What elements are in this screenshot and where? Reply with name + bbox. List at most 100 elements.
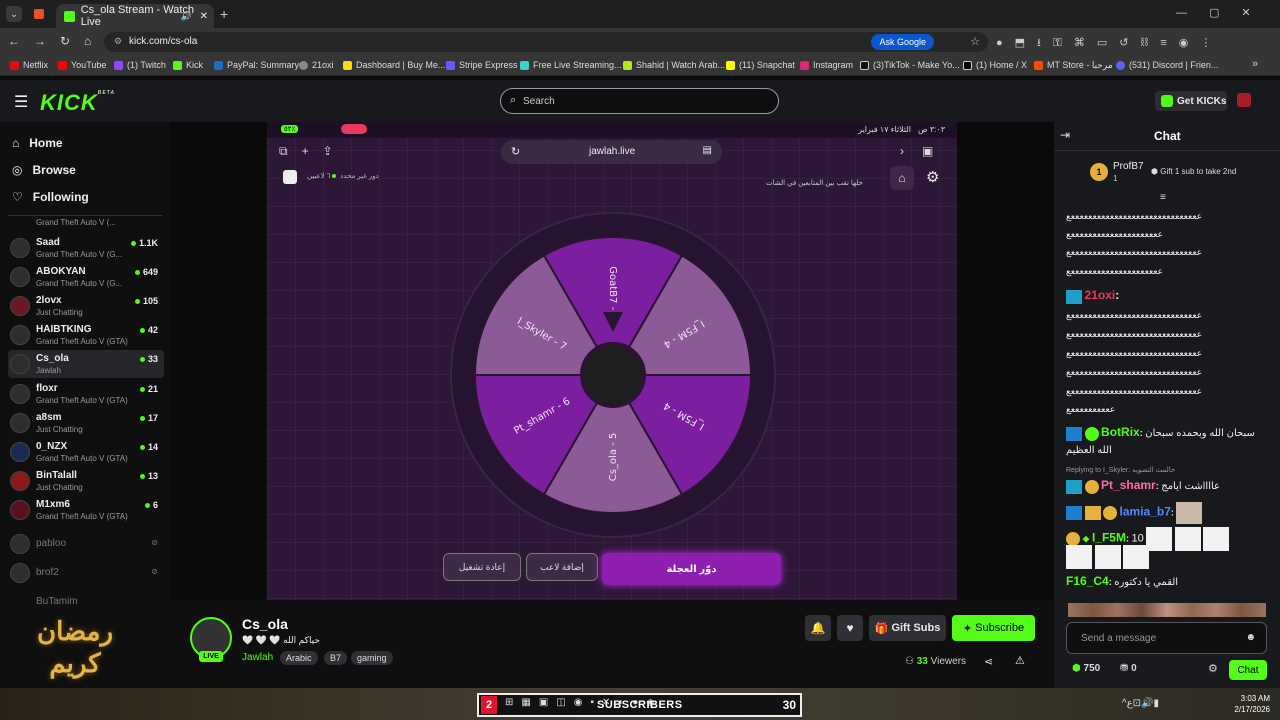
players-count: ٦ لاعبين: [307, 173, 331, 180]
expand-pinned-icon[interactable]: ≡: [1160, 192, 1166, 203]
bookmark-snapchat[interactable]: (11) Snapchat: [726, 60, 795, 70]
bookmark-kick[interactable]: Kick: [173, 60, 203, 70]
category-link[interactable]: Jawlah: [242, 652, 273, 663]
bookmark-discord[interactable]: (531) Discord | Frien...: [1116, 60, 1218, 70]
reply-reference[interactable]: Replying to I_Skyler: حالمت التصويه: [1066, 466, 1175, 474]
user-badge-icon: [1066, 479, 1082, 494]
settings-gear-icon[interactable]: ⚙: [926, 168, 939, 186]
bookmarks-overflow-icon[interactable]: »: [1252, 58, 1258, 70]
bookmark-21oxi[interactable]: 21oxi: [299, 60, 334, 70]
tab-list-button[interactable]: ⌄: [6, 6, 22, 22]
channel-points[interactable]: ⛃ 0: [1120, 663, 1137, 674]
window-controls[interactable]: —▢✕: [1176, 6, 1273, 19]
emoji-icon[interactable]: ☻: [1245, 632, 1256, 643]
channel-item[interactable]: 2lovx Just Chatting 105: [8, 292, 164, 320]
bookmark-star-icon[interactable]: ☆: [970, 35, 980, 48]
nav-following[interactable]: ♡ Following: [12, 190, 89, 204]
safari-left-icons[interactable]: ⧉+⇪: [279, 144, 347, 159]
channel-item[interactable]: BinTalall Just Chatting 13: [8, 467, 164, 495]
bookmark-streaming[interactable]: Free Live Streaming...: [520, 60, 622, 70]
bookmark-x[interactable]: (1) Home / X: [963, 60, 1027, 70]
bookmark-buymeacoffee[interactable]: Dashboard | Buy Me...: [343, 60, 445, 70]
emote-image: [1174, 527, 1201, 551]
subscribers-count: 30: [782, 698, 796, 712]
notification-bell-button[interactable]: 🔔: [805, 615, 831, 641]
safari-right-icons[interactable]: ›▣: [900, 144, 951, 158]
tab-active[interactable]: Cs_ola Stream - Watch Live 🔊 ✕: [56, 4, 214, 28]
close-icon[interactable]: ✕: [200, 11, 208, 22]
nav-home[interactable]: ⌂ Home: [12, 136, 63, 150]
tag-gaming[interactable]: gaming: [351, 651, 393, 665]
bookmark-twitch[interactable]: (1) Twitch: [114, 60, 166, 70]
get-kicks-button[interactable]: Get KICKs: [1155, 91, 1227, 111]
nav-buttons[interactable]: ←→↻⌂: [8, 34, 105, 48]
bookmark-mtstore[interactable]: MT Store - مرحبا: [1034, 60, 1113, 71]
add-player-button[interactable]: إضافة لاعب: [526, 553, 598, 581]
follow-heart-button[interactable]: ♥: [837, 615, 863, 641]
pinned-tab-icon[interactable]: [34, 9, 44, 19]
channel-item[interactable]: a8sm Just Chatting 17: [8, 409, 164, 437]
new-tab-button[interactable]: +: [220, 6, 228, 22]
channel-item[interactable]: ABOKYAN Grand Theft Auto V (G... 649: [8, 263, 164, 291]
ask-google-button[interactable]: Ask Google: [871, 34, 934, 50]
share-icon[interactable]: [283, 170, 297, 184]
channel-item[interactable]: M1xm6 Grand Theft Auto V (GTA) 6: [8, 496, 164, 524]
emote-image: [1203, 527, 1230, 551]
system-tray-icons[interactable]: ^ع⊡🔊▮: [1122, 698, 1159, 709]
profile-avatar[interactable]: [1237, 93, 1251, 107]
channel-item-offline[interactable]: pabloo ⊘: [8, 530, 164, 558]
chat-message-text: ععععععععععع: [1066, 404, 1116, 414]
chat-settings-icon[interactable]: ⚙: [1208, 662, 1218, 675]
reload-icon: ↻: [511, 146, 521, 158]
bookmark-netflix[interactable]: Netflix: [10, 60, 48, 70]
collapse-chat-icon[interactable]: ⇥: [1060, 128, 1070, 142]
chatters-avatars-row[interactable]: [1068, 603, 1266, 617]
address-bar[interactable]: ⚙ kick.com/cs-ola Ask Google ☆: [104, 32, 988, 52]
bookmark-youtube[interactable]: YouTube: [58, 60, 106, 70]
bookmark-paypal[interactable]: PayPal: Summary: [214, 60, 299, 70]
pinned-user[interactable]: ProfB7: [1113, 161, 1144, 172]
tag-arabic[interactable]: Arabic: [280, 651, 318, 665]
channel-item-offline[interactable]: brof2 ⊘: [8, 559, 164, 587]
channel-item[interactable]: 0_NZX Grand Theft Auto V (GTA) 14: [8, 438, 164, 466]
spin-wheel-button[interactable]: دوّر العجلة: [602, 553, 781, 585]
live-badge: LIVE: [199, 651, 223, 662]
search-icon: ⌕: [510, 94, 517, 106]
system-clock[interactable]: 3:03 AM 2/17/2026: [1228, 693, 1270, 715]
channel-item[interactable]: floxr Grand Theft Auto V (GTA) 21: [8, 380, 164, 408]
streamer-name[interactable]: Cs_ola: [242, 616, 288, 632]
restart-button[interactable]: إعادة تشغيل: [443, 553, 521, 581]
channel-item-active[interactable]: Cs_ola Jawlah 33: [8, 350, 164, 378]
game-subtitle: خلها تقب بين المتابعين في الشات: [766, 180, 863, 187]
channel-item[interactable]: Saad Grand Theft Auto V (G... 1.1K: [8, 234, 164, 262]
subscribe-button[interactable]: ✦ Subscribe: [952, 615, 1035, 641]
speaker-icon[interactable]: 🔊: [181, 11, 192, 22]
share-icon[interactable]: ⋖: [984, 655, 993, 668]
emote-image: [1094, 545, 1121, 569]
home-icon: ⌂: [12, 136, 20, 150]
chat-send-button[interactable]: Chat: [1229, 660, 1267, 680]
bookmark-instagram[interactable]: Instagram: [800, 60, 853, 70]
home-icon[interactable]: ⌂: [890, 166, 914, 190]
spin-wheel[interactable]: GoatB7 - 6I_F5M - 4I_F5M - 4Cs_ola - 5Pt…: [450, 212, 776, 538]
report-icon[interactable]: ⚠: [1015, 654, 1025, 667]
tag-b7[interactable]: B7: [324, 651, 348, 665]
pinned-message[interactable]: ⬢ Gift 1 sub to take 2nd: [1151, 167, 1236, 176]
channel-item-offline[interactable]: BuTamim: [8, 588, 164, 616]
gift-subs-button[interactable]: 🎁 Gift Subs: [869, 615, 946, 641]
kick-logo[interactable]: KICKBETA: [40, 90, 115, 116]
bookmark-tiktok[interactable]: (3)TikTok - Make Yo...: [860, 60, 960, 70]
extension-icons[interactable]: ●⬒⭳⚿⌘▭↺⛓≡◉⋮: [996, 34, 1223, 53]
search-input[interactable]: ⌕ Search: [500, 88, 779, 114]
nav-browse[interactable]: ◎ Browse: [12, 163, 76, 177]
kicks-balance[interactable]: ⬢ 750: [1072, 663, 1100, 674]
bookmark-shahid[interactable]: Shahid | Watch Arab...: [623, 60, 725, 70]
channel-item[interactable]: HAIBTKING Grand Theft Auto V (GTA) 42: [8, 321, 164, 349]
bookmark-stripe[interactable]: Stripe Express: [446, 60, 518, 70]
menu-icon[interactable]: ☰: [14, 92, 28, 112]
safari-url-bar[interactable]: ↻ jawlah.live ▤: [501, 140, 722, 164]
chat-input[interactable]: Send a message ☻: [1066, 622, 1267, 654]
channel-item[interactable]: Grand Theft Auto V (...: [8, 212, 164, 230]
site-info-icon[interactable]: ⚙: [114, 36, 122, 47]
chat-message-text: عععععععععععععععععععععع: [1066, 266, 1163, 276]
